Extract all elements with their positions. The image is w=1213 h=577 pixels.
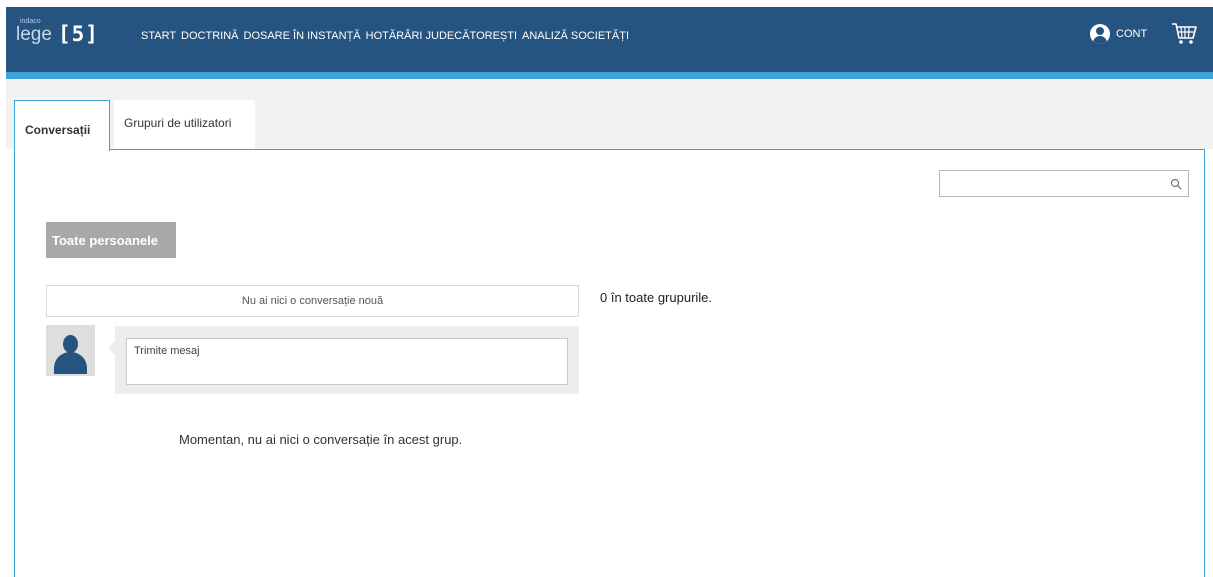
tab-conversatii[interactable]: Conversații [14,100,110,151]
user-circle-icon [1090,24,1110,44]
logo-number: [5] [58,22,99,46]
search-icon[interactable] [1170,178,1182,190]
logo[interactable]: indaco lege [5] [16,18,108,50]
empty-group-message: Momentan, nu ai nici o conversație în ac… [179,432,463,447]
new-conversations-notice: Nu ai nici o conversație nouă [46,285,579,317]
compose-pointer [108,341,115,355]
nav-dosare[interactable]: DOSARE ÎN INSTANȚĂ [244,30,361,42]
groups-count-text: 0 în toate grupurile. [600,290,713,305]
account-link[interactable]: CONT [1090,24,1147,44]
cart-icon[interactable] [1170,20,1198,48]
search-input[interactable] [940,171,1160,196]
main-nav: START DOCTRINĂ DOSARE ÎN INSTANȚĂ HOTĂRÂ… [141,30,629,42]
nav-doctrina[interactable]: DOCTRINĂ [181,30,238,42]
search-box [939,170,1189,197]
compose-message-box [115,326,579,394]
account-label: CONT [1116,28,1148,40]
nav-analiza[interactable]: ANALIZĂ SOCIETĂȚI [522,30,629,42]
avatar-icon [46,325,95,376]
nav-start[interactable]: START [141,30,176,42]
header-accent-bar [6,72,1213,79]
tab-grupuri[interactable]: Grupuri de utilizatori [114,100,255,149]
logo-name: lege [16,24,52,45]
message-input[interactable] [126,338,568,385]
nav-hotarari[interactable]: HOTĂRÂRI JUDECĂTOREȘTI [366,30,517,42]
filter-all-people-button[interactable]: Toate persoanele [46,222,176,258]
